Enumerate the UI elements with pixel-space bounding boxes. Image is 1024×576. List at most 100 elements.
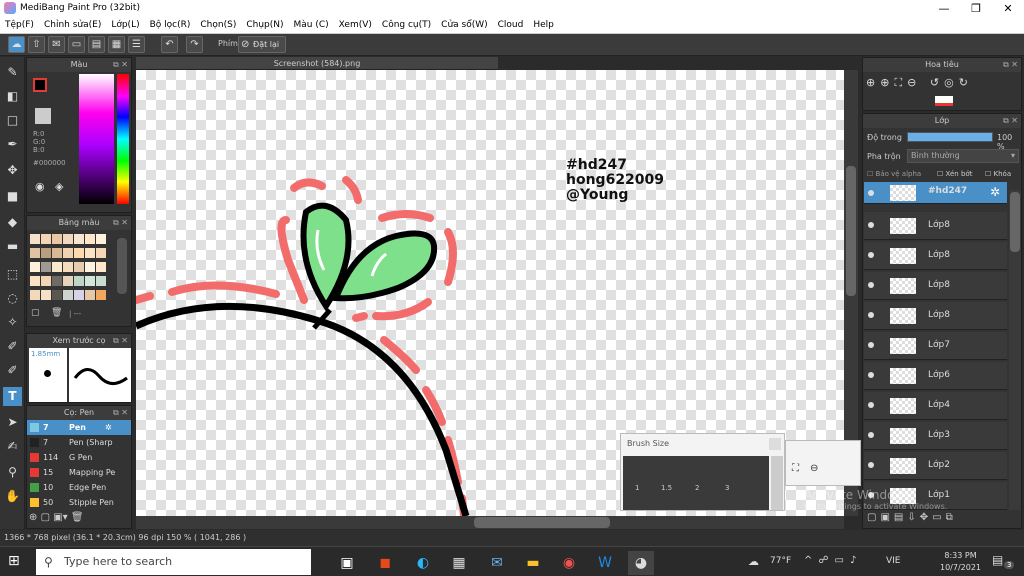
eye-icon[interactable] bbox=[868, 252, 874, 258]
gear-icon[interactable]: ✲ bbox=[105, 420, 112, 435]
undo-icon[interactable]: ↶ bbox=[161, 36, 178, 53]
grid-icon[interactable]: ▦ bbox=[108, 36, 125, 53]
chevron-up-icon[interactable]: ^ bbox=[804, 555, 818, 566]
list-icon[interactable]: ☰ bbox=[128, 36, 145, 53]
brush-delete-icon[interactable]: 🗑 bbox=[71, 512, 84, 523]
palette-new-icon[interactable]: ▢ bbox=[31, 308, 40, 318]
move-layer-icon[interactable]: ✥ bbox=[920, 512, 932, 523]
fit-icon[interactable]: ⛶ bbox=[792, 463, 799, 474]
panel-expand-icon[interactable]: ⧉ ✕ bbox=[113, 334, 128, 348]
layer-row[interactable]: Lớp8 bbox=[864, 242, 1007, 270]
menu-cloud[interactable]: Cloud bbox=[493, 17, 529, 33]
brush-copy-icon[interactable]: ▢ bbox=[41, 512, 50, 523]
windows-start-icon[interactable]: ⊞ bbox=[8, 553, 20, 569]
folder-icon[interactable]: ▭ bbox=[932, 512, 945, 523]
layer-scroll-thumb[interactable] bbox=[1010, 192, 1020, 252]
eye-icon[interactable] bbox=[868, 222, 874, 228]
select-eraser-icon[interactable]: ✐ bbox=[3, 361, 22, 380]
layer-row[interactable]: #hd247 ✲ bbox=[864, 182, 1007, 204]
eyedropper-tool-icon[interactable]: ⚲ bbox=[3, 463, 22, 482]
saturation-picker[interactable] bbox=[79, 74, 114, 204]
layer-row[interactable]: Lớp2 bbox=[864, 452, 1007, 480]
foreground-swatch[interactable] bbox=[33, 78, 47, 92]
zoom-out-icon[interactable]: ⊖ bbox=[810, 463, 818, 474]
cloud-icon[interactable]: ☁ bbox=[8, 36, 25, 53]
palette-swatch-grid[interactable] bbox=[30, 234, 116, 304]
notification-icon[interactable]: ▤ bbox=[992, 553, 1003, 567]
menu-help[interactable]: Help bbox=[528, 17, 559, 33]
network-icon[interactable]: ☍ bbox=[818, 555, 834, 566]
brush-item[interactable]: 15 Mapping Pe bbox=[27, 465, 131, 480]
panel-expand-icon[interactable]: ⧉ ✕ bbox=[113, 406, 128, 420]
layer-image-icon[interactable]: ▤ bbox=[894, 512, 907, 523]
file-explorer-icon[interactable]: ▬ bbox=[520, 551, 546, 575]
document-tab[interactable]: Screenshot (584).png bbox=[136, 57, 498, 70]
eye-icon[interactable] bbox=[868, 402, 874, 408]
zoom-in-icon[interactable]: ⊕ bbox=[866, 76, 880, 89]
color-settings-icon[interactable]: ◈ bbox=[55, 180, 63, 193]
palette-scrollbar[interactable] bbox=[117, 238, 127, 294]
color-wheel-icon[interactable]: ◉ bbox=[35, 180, 45, 193]
layer-row[interactable]: Lớp6 bbox=[864, 362, 1007, 390]
shape-tool-icon[interactable]: □ bbox=[3, 111, 22, 130]
merge-layer-icon[interactable]: ⇩ bbox=[907, 512, 919, 523]
panel-expand-icon[interactable]: ⧉ ✕ bbox=[113, 58, 128, 72]
eye-icon[interactable] bbox=[868, 432, 874, 438]
delete-layer-icon[interactable]: ⧉ bbox=[946, 512, 957, 523]
menu-file[interactable]: Tệp(F) bbox=[0, 17, 39, 33]
lock-checkbox[interactable]: ☐ Khóa bbox=[985, 170, 1011, 178]
task-view-icon[interactable]: ▣ bbox=[334, 551, 360, 575]
new-layer-icon[interactable]: ▢ bbox=[867, 512, 880, 523]
battery-icon[interactable]: ▭ bbox=[835, 555, 850, 566]
smudge-tool-icon[interactable]: ✍ bbox=[3, 437, 22, 456]
hue-slider[interactable] bbox=[117, 74, 129, 204]
layer-row[interactable]: Lớp4 bbox=[864, 392, 1007, 420]
move-tool-icon[interactable]: ✥ bbox=[3, 161, 22, 180]
transparent-swatch[interactable] bbox=[35, 108, 51, 124]
edge-icon[interactable]: ◐ bbox=[410, 551, 436, 575]
size-label-3[interactable]: 3 bbox=[725, 484, 729, 492]
palette-delete-icon[interactable]: 🗑 bbox=[51, 308, 62, 318]
blend-select[interactable]: Bình thường ▾ bbox=[907, 149, 1019, 163]
share-icon[interactable]: ⇧ bbox=[28, 36, 45, 53]
brush-tool-icon[interactable]: ✎ bbox=[3, 63, 22, 82]
reset-view-icon[interactable]: ◎ bbox=[944, 76, 959, 89]
weather-temp[interactable]: 77°F bbox=[770, 556, 791, 566]
close-button[interactable]: ✕ bbox=[992, 0, 1024, 17]
menu-layer[interactable]: Lớp(L) bbox=[106, 17, 144, 33]
brush-item[interactable]: 7 Pen ✲ bbox=[27, 420, 131, 435]
brush-item[interactable]: 7 Pen (Sharp bbox=[27, 435, 131, 450]
chrome-icon[interactable]: ◉ bbox=[556, 551, 582, 575]
reset-button[interactable]: ⊘ Đặt lại bbox=[238, 36, 286, 53]
eye-icon[interactable] bbox=[868, 462, 874, 468]
taskbar-search-box[interactable]: ⚲ Type here to search bbox=[36, 549, 311, 575]
popup-scrollbar[interactable] bbox=[771, 456, 783, 510]
word-icon[interactable]: W bbox=[592, 551, 618, 575]
panel-expand-icon[interactable]: ⧉ ✕ bbox=[1003, 58, 1018, 72]
navigator-thumbnail[interactable] bbox=[935, 96, 953, 106]
restore-button[interactable]: ❐ bbox=[960, 0, 992, 17]
layer-row[interactable]: Lớp8 bbox=[864, 272, 1007, 300]
layer-row[interactable]: Lớp8 bbox=[864, 212, 1007, 240]
message-icon[interactable]: ▭ bbox=[68, 36, 85, 53]
comment-icon[interactable]: ✉ bbox=[48, 36, 65, 53]
menu-filter[interactable]: Bộ lọc(R) bbox=[145, 17, 196, 33]
rotate-left-icon[interactable]: ↺ bbox=[930, 76, 944, 89]
brush-item[interactable]: 10 Edge Pen bbox=[27, 480, 131, 495]
size-label-1-5[interactable]: 1.5 bbox=[661, 484, 672, 492]
magic-wand-icon[interactable]: ✧ bbox=[3, 313, 22, 332]
panel-expand-icon[interactable]: ⧉ ✕ bbox=[113, 216, 128, 230]
rotate-right-icon[interactable]: ↻ bbox=[959, 76, 973, 89]
eye-icon[interactable] bbox=[868, 342, 874, 348]
menu-snap[interactable]: Chụp(N) bbox=[241, 17, 288, 33]
layer-scrollbar[interactable] bbox=[1009, 190, 1021, 510]
hand-tool-icon[interactable]: ✋ bbox=[3, 487, 22, 506]
medibang-icon[interactable]: ◕ bbox=[628, 551, 654, 575]
select-tool-icon[interactable]: ⬚ bbox=[3, 265, 22, 284]
menu-edit[interactable]: Chỉnh sửa(E) bbox=[39, 17, 106, 33]
brush-menu-icon[interactable]: ▣▾ bbox=[53, 512, 67, 523]
minimize-button[interactable]: — bbox=[928, 0, 960, 17]
protect-alpha-checkbox[interactable]: ☐ Bảo vệ alpha bbox=[867, 170, 921, 178]
panel-expand-icon[interactable]: ⧉ ✕ bbox=[1003, 114, 1018, 128]
gear-icon[interactable]: ✲ bbox=[990, 185, 1000, 199]
